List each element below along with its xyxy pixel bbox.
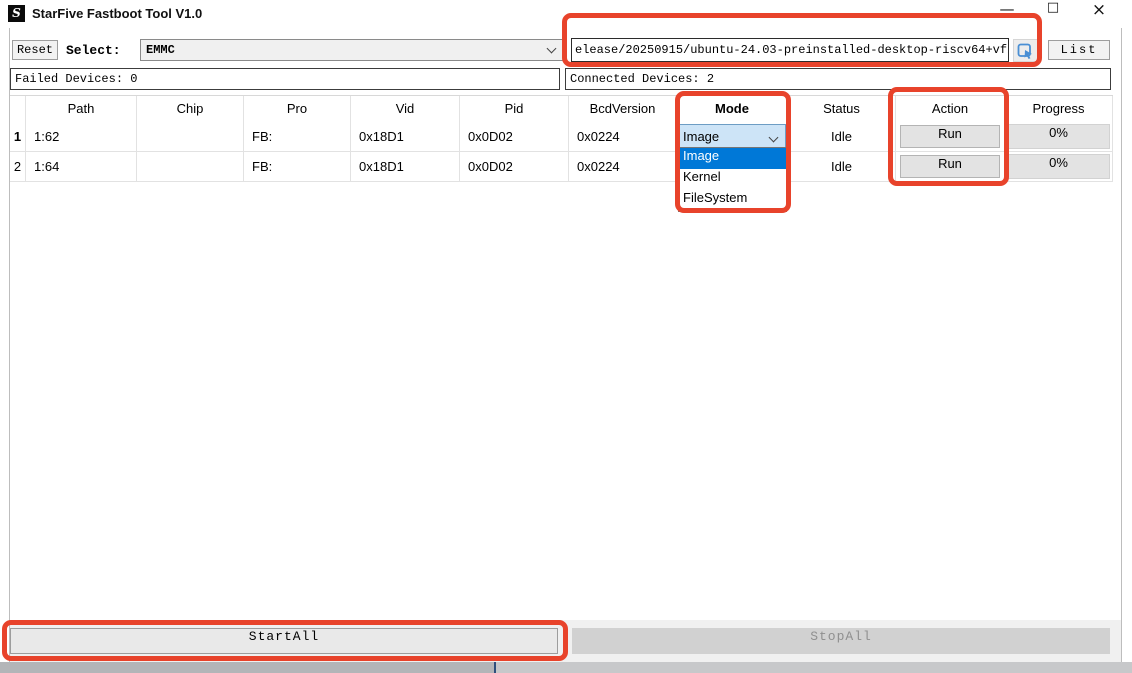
column-header-pid: Pid (460, 96, 569, 122)
column-header-vid: Vid (351, 96, 460, 122)
mode-option-kernel[interactable]: Kernel (679, 169, 786, 190)
path-cell: 1:64 (26, 152, 137, 182)
column-header-mode: Mode (677, 96, 788, 122)
file-select-icon (1017, 47, 1034, 64)
column-header-status: Status (788, 96, 896, 122)
column-header-progress: Progress (1005, 96, 1113, 122)
chip-cell (137, 152, 244, 182)
desktop-strip-right (496, 662, 1132, 673)
start-all-button[interactable]: StartAll (10, 628, 558, 654)
row-number: 1 (10, 122, 26, 152)
pid-cell: 0x0D02 (460, 122, 569, 152)
run-button[interactable]: Run (900, 155, 1000, 178)
stop-all-button[interactable]: StopAll (572, 628, 1110, 654)
column-header-action: Action (896, 96, 1005, 122)
action-cell: Run (896, 152, 1005, 182)
target-select[interactable]: EMMC (140, 39, 566, 61)
run-button[interactable]: Run (900, 125, 1000, 148)
image-path-input[interactable]: elease/20250915/ubuntu-24.03-preinstalle… (571, 38, 1009, 62)
column-header-path: Path (26, 96, 137, 122)
pro-cell: FB: (244, 152, 351, 182)
progress-value: 0% (1007, 154, 1110, 179)
mode-option-filesystem[interactable]: FileSystem (679, 190, 786, 211)
browse-button[interactable] (1013, 39, 1038, 62)
bcdversion-cell: 0x0224 (569, 122, 677, 152)
device-table: Path Chip Pro Vid Pid BcdVersion Mode St… (10, 95, 1113, 182)
reset-button[interactable]: Reset (12, 40, 58, 60)
window-title: StarFive Fastboot Tool V1.0 (32, 6, 202, 21)
app-icon: S (8, 5, 25, 22)
action-cell: Run (896, 122, 1005, 152)
row-number: 2 (10, 152, 26, 182)
mode-dropdown-popup: Image Kernel FileSystem (678, 147, 787, 212)
table-row: 1 1:62 FB: 0x18D1 0x0D02 0x0224 Image Id… (10, 122, 1113, 152)
path-cell: 1:62 (26, 122, 137, 152)
bcdversion-cell: 0x0224 (569, 152, 677, 182)
titlebar: S StarFive Fastboot Tool V1.0 — □ × (0, 0, 1132, 28)
column-header-bcdversion: BcdVersion (569, 96, 677, 122)
maximize-button[interactable]: □ (1030, 0, 1076, 28)
taskbar-divider (494, 662, 496, 673)
mode-combobox-value: Image (683, 129, 719, 144)
chevron-down-icon (769, 133, 779, 143)
pid-cell: 0x0D02 (460, 152, 569, 182)
select-label: Select: (66, 43, 121, 58)
table-header-row: Path Chip Pro Vid Pid BcdVersion Mode St… (10, 96, 1113, 122)
window-border-right (1121, 28, 1122, 662)
status-cell: Idle (788, 152, 896, 182)
status-cell: Idle (788, 122, 896, 152)
column-header-pro: Pro (244, 96, 351, 122)
progress-cell: 0% (1005, 152, 1113, 182)
vid-cell: 0x18D1 (351, 152, 460, 182)
minimize-button[interactable]: — (984, 0, 1030, 28)
mode-option-image[interactable]: Image (679, 148, 786, 169)
column-header-chip: Chip (137, 96, 244, 122)
progress-value: 0% (1007, 124, 1110, 149)
connected-devices-box: Connected Devices: 2 (565, 68, 1111, 90)
list-button[interactable]: List (1048, 40, 1110, 60)
progress-cell: 0% (1005, 122, 1113, 152)
table-row: 2 1:64 FB: 0x18D1 0x0D02 0x0224 Idle Run… (10, 152, 1113, 182)
failed-devices-box: Failed Devices: 0 (10, 68, 560, 90)
row-number-header (10, 96, 26, 122)
chip-cell (137, 122, 244, 152)
vid-cell: 0x18D1 (351, 122, 460, 152)
pro-cell: FB: (244, 122, 351, 152)
close-button[interactable]: × (1076, 0, 1122, 28)
